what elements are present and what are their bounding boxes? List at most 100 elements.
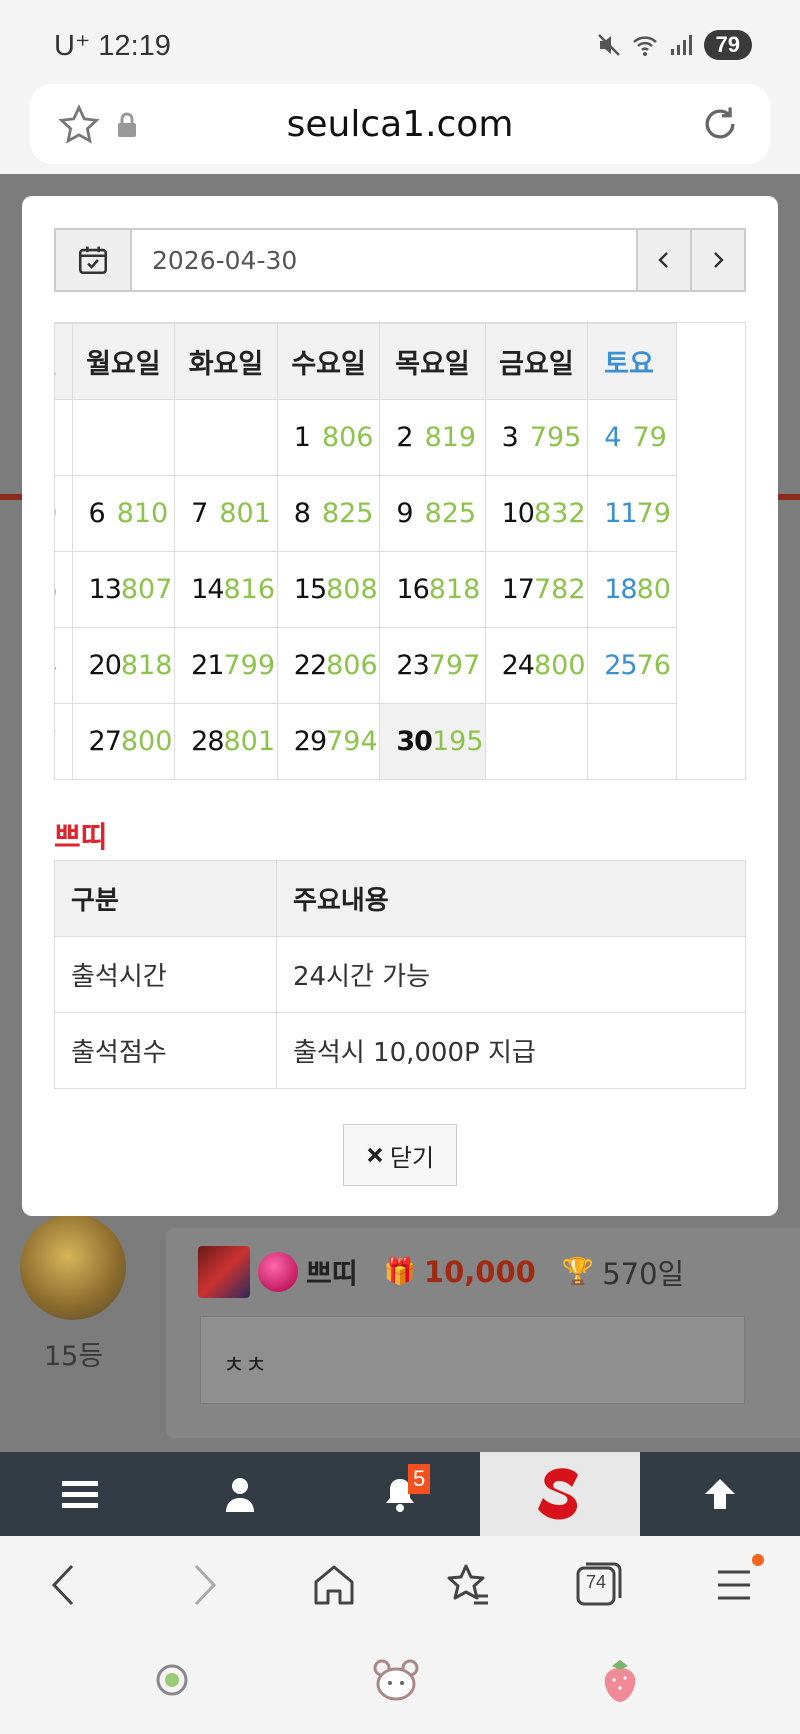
attendance-count: 782 (533, 574, 586, 605)
calendar-day-cell[interactable]: 23797 (379, 627, 486, 704)
calendar-day-cell[interactable] (71, 399, 176, 476)
day-number: 13 (88, 574, 122, 605)
status-icons: 79 (596, 30, 752, 60)
info-label: 출석시간 (54, 936, 277, 1013)
attendance-modal: 요일 월요일 화요일 수요일 목요일 금요일 토요 18062819379547… (22, 196, 778, 1216)
calendar-day-cell[interactable]: 8 825 (276, 475, 381, 552)
day-number: 24 (501, 650, 535, 681)
calendar-day-cell[interactable]: 20818 (71, 627, 176, 704)
menu-icon[interactable] (716, 1562, 752, 1608)
calendar-day-cell[interactable]: 17782 (484, 551, 589, 628)
attendance-count: 816 (55, 574, 58, 605)
calendar-day-cell[interactable] (587, 703, 677, 779)
info-value: 출석시 10,000P 지급 (276, 1012, 746, 1089)
calendar-day-cell[interactable]: 1 806 (276, 399, 381, 476)
prev-month-button[interactable] (636, 230, 690, 290)
calendar-day-cell[interactable]: 27800 (71, 703, 176, 779)
calendar-day-cell[interactable]: 807 (55, 703, 73, 779)
bookmarks-icon[interactable] (444, 1562, 490, 1608)
day-number: 17 (501, 574, 535, 605)
calendar-day-cell[interactable] (484, 703, 589, 779)
calendar-day-cell[interactable]: 4 79 (587, 399, 677, 476)
calendar-day-cell[interactable]: 30195 (379, 703, 486, 779)
date-input[interactable] (132, 230, 636, 290)
url-text: seulca1.com (286, 104, 514, 145)
calendar-day-cell[interactable]: 16818 (379, 551, 486, 628)
scroll-top-button[interactable] (640, 1452, 800, 1536)
user-icon-image (198, 1246, 250, 1298)
calendar-day-cell[interactable]: 789 (55, 475, 73, 552)
day-number: 29 (293, 726, 327, 757)
calendar-day-cell[interactable]: 28801 (174, 703, 278, 779)
tabs-button[interactable]: 74 (576, 1560, 622, 1606)
calendar-day-cell[interactable]: 6 810 (71, 475, 176, 552)
calendar-icon[interactable] (56, 230, 132, 290)
username[interactable]: 쁘띠 (306, 1252, 358, 1292)
calendar-day-cell[interactable]: 9 825 (379, 475, 486, 552)
attendance-count: 818 (428, 574, 481, 605)
address-bar[interactable]: seulca1.com (30, 84, 770, 164)
site-bottom-nav: 5 (0, 1452, 800, 1536)
attendance-count: 807 (120, 574, 173, 605)
attendance-count: 195 (431, 726, 484, 757)
calendar-day-cell[interactable]: 13807 (71, 551, 176, 628)
attendance-count: 797 (428, 650, 481, 681)
calendar-day-cell[interactable]: 22806 (276, 627, 381, 704)
home-icon[interactable] (312, 1562, 356, 1608)
menu-button[interactable] (0, 1452, 160, 1536)
notifications-button[interactable]: 5 (320, 1452, 480, 1536)
day-number: 30 (396, 726, 433, 757)
attendance-count: 80 (636, 574, 671, 605)
attendance-count: 801 (219, 498, 271, 529)
calendar-day-cell[interactable]: 1179 (587, 475, 677, 552)
next-month-button[interactable] (690, 230, 744, 290)
day-number: 22 (293, 650, 327, 681)
close-label: 닫기 (389, 1143, 435, 1172)
signal-icon (670, 35, 692, 55)
calendar-day-cell[interactable]: 2576 (587, 627, 677, 704)
forward-icon[interactable] (186, 1562, 220, 1608)
close-button[interactable]: 닫기 (343, 1124, 457, 1186)
attendance-count: 832 (533, 498, 586, 529)
reload-icon[interactable] (698, 102, 742, 146)
section-title: 쁘띠 (54, 820, 108, 854)
launcher-bar (0, 1636, 800, 1734)
calendar-day-cell[interactable]: 1880 (587, 551, 677, 628)
day-number: 27 (88, 726, 122, 757)
calendar-day-cell[interactable]: 816 (55, 551, 73, 628)
attendance-count: 789 (55, 498, 58, 529)
calendar-week-row: 80727800288012979430195 (55, 703, 677, 779)
flower-icon[interactable] (150, 1658, 194, 1702)
bear-face-icon[interactable] (372, 1658, 420, 1702)
back-icon[interactable] (48, 1562, 82, 1608)
calendar-day-cell[interactable]: 2 819 (379, 399, 486, 476)
profile-button[interactable] (160, 1452, 320, 1536)
calendar-day-cell[interactable]: 29794 (276, 703, 381, 779)
attendance-calendar: 요일 월요일 화요일 수요일 목요일 금요일 토요 18062819379547… (54, 322, 746, 780)
calendar-day-cell[interactable]: 7 801 (174, 475, 278, 552)
weekday-header: 화요일 (174, 323, 278, 400)
chevron-left-icon (658, 252, 668, 268)
calendar-day-cell[interactable]: 10832 (484, 475, 589, 552)
day-number: 14 (191, 574, 224, 605)
calendar-day-cell[interactable] (55, 399, 73, 476)
weekday-header: 금요일 (484, 323, 589, 400)
attendance-count: 808 (326, 574, 378, 605)
info-label: 출석점수 (54, 1012, 277, 1089)
chevron-right-icon (714, 252, 724, 268)
calendar-day-cell[interactable] (174, 399, 278, 476)
strawberry-icon[interactable] (598, 1658, 642, 1704)
notification-badge: 5 (408, 1464, 431, 1494)
calendar-day-cell[interactable]: 21799 (174, 627, 278, 704)
attendance-count: 825 (424, 498, 477, 529)
calendar-day-cell[interactable]: 3 795 (484, 399, 589, 476)
calendar-day-cell[interactable]: 14816 (174, 551, 278, 628)
calendar-day-cell[interactable]: 784 (55, 627, 73, 704)
info-value: 24시간 가능 (276, 936, 746, 1013)
attendance-count: 807 (55, 726, 58, 757)
calendar-day-cell[interactable]: 24800 (484, 627, 589, 704)
day-number: 2 (396, 422, 413, 453)
site-logo-button[interactable] (480, 1452, 640, 1536)
calendar-day-cell[interactable]: 15808 (276, 551, 381, 628)
attendance-count: 806 (321, 422, 374, 453)
